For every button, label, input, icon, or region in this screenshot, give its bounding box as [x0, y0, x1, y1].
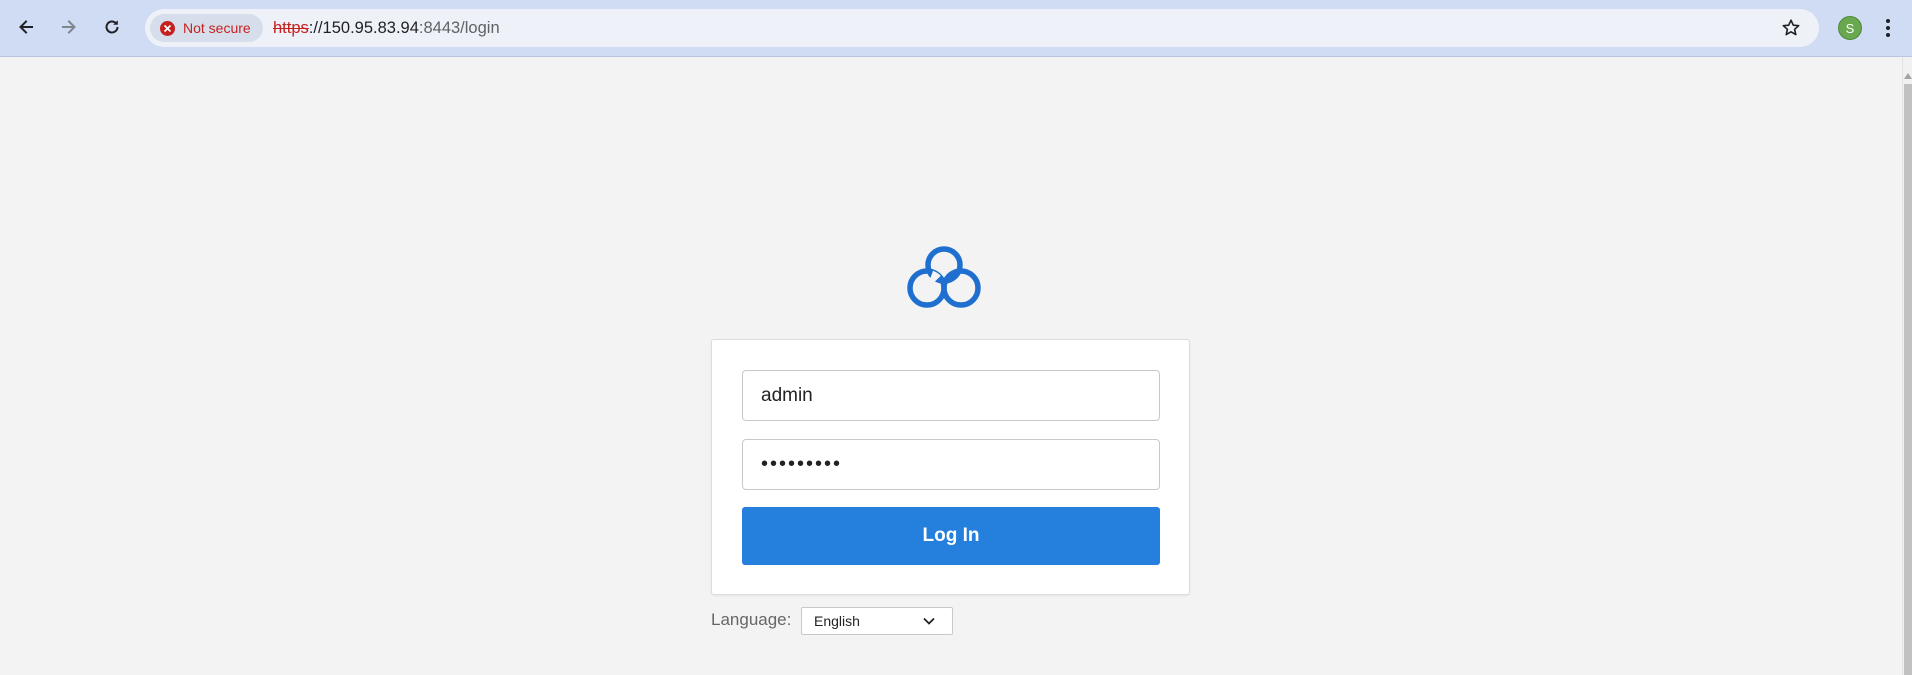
scroll-thumb[interactable] — [1904, 84, 1912, 675]
url-text[interactable]: https://150.95.83.94:8443/login — [273, 9, 500, 47]
back-button[interactable] — [8, 9, 44, 45]
reload-button[interactable] — [94, 9, 130, 45]
forward-button[interactable] — [51, 9, 87, 45]
browser-toolbar: Not secure https://150.95.83.94:8443/log… — [0, 0, 1912, 57]
security-label: Not secure — [183, 20, 251, 36]
address-bar[interactable]: Not secure https://150.95.83.94:8443/log… — [145, 9, 1819, 47]
page-scrollbar[interactable] — [1902, 57, 1912, 675]
login-button[interactable]: Log In — [742, 507, 1160, 565]
profile-avatar[interactable]: S — [1838, 16, 1862, 40]
password-input[interactable] — [742, 439, 1160, 490]
scroll-up-arrow[interactable] — [1904, 73, 1912, 79]
url-path: :8443/login — [418, 18, 500, 37]
language-select[interactable]: English — [801, 607, 953, 635]
language-selected-value: English — [814, 613, 860, 629]
chevron-down-icon — [923, 617, 935, 625]
username-input[interactable] — [742, 370, 1160, 421]
kebab-menu-icon[interactable] — [1884, 16, 1892, 40]
cloud-logo-icon — [907, 246, 981, 308]
star-outline-icon[interactable] — [1781, 18, 1801, 38]
arrow-left-icon — [19, 20, 33, 34]
arrow-right-icon — [62, 20, 76, 34]
login-card: Log In — [711, 339, 1190, 595]
reload-icon — [105, 20, 119, 34]
security-indicator[interactable]: Not secure — [150, 14, 263, 42]
url-scheme: https — [273, 18, 309, 37]
language-label: Language: — [711, 610, 792, 629]
url-host: ://150.95.83.94 — [308, 18, 419, 37]
error-circle-icon — [160, 20, 175, 36]
